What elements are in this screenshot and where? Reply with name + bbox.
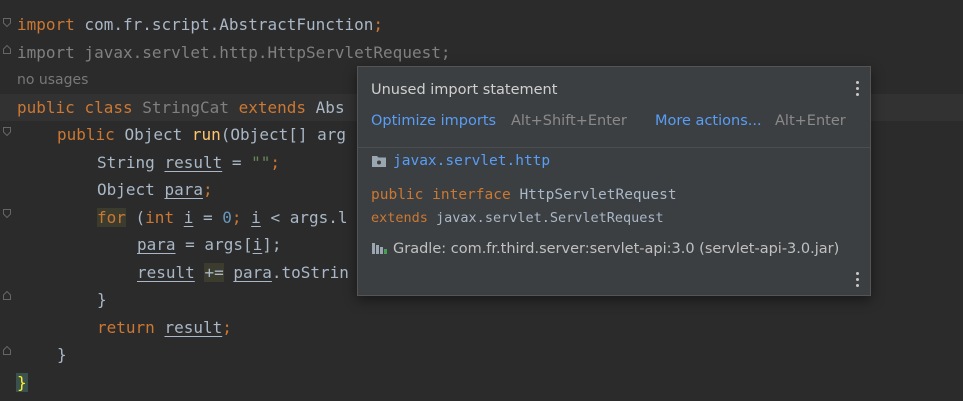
code-line-close-class[interactable]: } xyxy=(16,369,28,396)
code-line-return[interactable]: return result; xyxy=(97,314,232,341)
fold-icon[interactable] xyxy=(3,127,11,136)
code-line-2-unused-import[interactable]: import javax.servlet.http.HttpServletReq… xyxy=(17,39,450,66)
popup-divider xyxy=(358,147,870,148)
more-options-icon[interactable] xyxy=(854,272,860,290)
fold-icon[interactable] xyxy=(3,18,11,27)
code-line-1[interactable]: import com.fr.script.AbstractFunction; xyxy=(17,11,383,38)
fold-icon[interactable] xyxy=(3,291,11,300)
more-actions-link[interactable]: More actions... xyxy=(655,113,762,129)
editor-gutter xyxy=(0,0,14,401)
gradle-library-icon xyxy=(371,241,389,255)
optimize-imports-link[interactable]: Optimize imports xyxy=(371,113,496,129)
more-actions-shortcut: Alt+Enter xyxy=(775,113,846,129)
package-folder-icon xyxy=(371,154,387,168)
usages-hint[interactable]: no usages xyxy=(17,72,88,88)
package-link[interactable]: javax.servlet.http xyxy=(371,153,550,169)
gradle-library-info: Gradle: com.fr.third.server:servlet-api:… xyxy=(371,239,841,260)
extends-line: extends javax.servlet.ServletRequest xyxy=(371,210,664,226)
code-line-result-append[interactable]: result += para.toStrin xyxy=(137,259,349,286)
code-line-method[interactable]: public Object run(Object[] arg xyxy=(57,121,346,148)
fold-icon[interactable] xyxy=(3,209,11,218)
fold-icon[interactable] xyxy=(3,346,11,355)
more-options-icon[interactable] xyxy=(854,81,860,99)
fold-icon[interactable] xyxy=(3,45,11,54)
code-line-for[interactable]: for (int i = 0; i < args.l xyxy=(97,204,348,231)
popup-title: Unused import statement xyxy=(371,82,558,98)
inspection-popup: Unused import statement Optimize imports… xyxy=(357,66,871,296)
code-line-result-decl[interactable]: String result = ""; xyxy=(97,149,280,176)
code-line-para-assign[interactable]: para = args[i]; xyxy=(137,231,282,258)
declaration-line: public interface HttpServletRequest xyxy=(371,187,677,203)
optimize-imports-shortcut: Alt+Shift+Enter xyxy=(511,113,627,129)
code-line-para-decl[interactable]: Object para; xyxy=(97,176,213,203)
code-line-close-method[interactable]: } xyxy=(57,341,67,368)
code-line-close-for[interactable]: } xyxy=(97,286,107,313)
